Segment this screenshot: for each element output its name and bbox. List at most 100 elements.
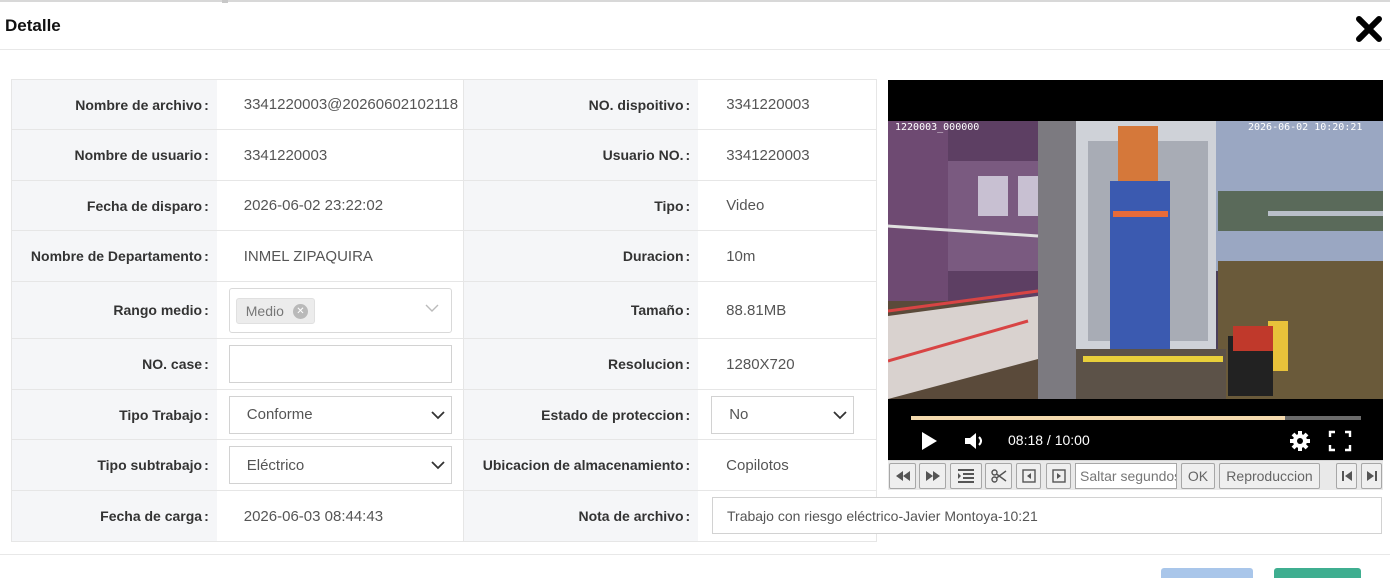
storage-location-value: Copilotos xyxy=(726,456,789,474)
media-range-label: Rango medio: xyxy=(12,282,217,338)
video-time-display: 08:18 / 10:00 xyxy=(1008,432,1090,448)
protection-state-value: No xyxy=(729,406,749,423)
playback-button[interactable]: Reproduccion xyxy=(1219,463,1320,489)
department-value: INMEL ZIPAQUIRA xyxy=(243,247,373,265)
work-subtype-select[interactable]: Eléctrico xyxy=(228,446,452,484)
department-label: Nombre de Departamento: xyxy=(12,231,217,281)
player-toolbar: Saltar segundos OK Reproduccion xyxy=(888,460,1383,490)
play-icon xyxy=(922,432,937,450)
play-button[interactable] xyxy=(920,431,938,456)
device-no-label: NO. dispoitivo: xyxy=(463,80,699,129)
user-name-label: Nombre de usuario: xyxy=(12,130,217,180)
chevron-down-icon xyxy=(431,461,445,470)
dialog-title: Detalle xyxy=(5,16,61,35)
user-no-label: Usuario NO.: xyxy=(463,130,699,180)
playlist-button[interactable] xyxy=(950,463,982,489)
duration-value: 10m xyxy=(726,247,756,265)
tag-remove-icon[interactable]: ✕ xyxy=(292,303,308,319)
file-note-input[interactable]: Trabajo con riesgo eléctrico-Javier Mont… xyxy=(712,497,1382,534)
protection-state-cell: No xyxy=(698,390,876,439)
detail-form: Nombre de archivo: 3341220003@2026060210… xyxy=(11,79,877,542)
file-name-value: 3341220003@20260602102118 xyxy=(243,96,459,113)
form-row: Rango medio: Medio ✕ Tamaño: 88.81MB xyxy=(12,282,876,339)
duration-label: Duracion: xyxy=(463,231,699,281)
work-subtype-value: Eléctrico xyxy=(246,456,305,474)
cut-button[interactable] xyxy=(985,463,1012,489)
volume-button[interactable] xyxy=(964,431,986,456)
next-frame-button[interactable] xyxy=(1046,463,1071,489)
trigger-date-label: Fecha de disparo: xyxy=(12,181,217,230)
seek-seconds-input[interactable]: Saltar segundos xyxy=(1075,463,1177,489)
dialog-header: Detalle xyxy=(0,2,1390,50)
close-icon xyxy=(1356,16,1382,42)
close-button[interactable] xyxy=(1354,14,1384,44)
work-subtype-label: Tipo subtrabajo: xyxy=(12,440,217,490)
video-player[interactable]: 1220003_000000 2026-06-02 10:20:21 08:18… xyxy=(888,80,1383,460)
work-type-label: Tipo Trabajo: xyxy=(12,390,217,439)
fast-forward-icon xyxy=(925,471,940,481)
skip-start-button[interactable] xyxy=(1336,463,1357,489)
form-row: Nombre de archivo: 3341220003@2026060210… xyxy=(12,80,876,130)
chevron-down-icon xyxy=(425,304,439,312)
upload-date-value: 2026-06-03 08:44:43 xyxy=(243,507,384,525)
video-osd-timestamp: 2026-06-02 10:20:21 xyxy=(1248,122,1363,133)
work-type-cell: Conforme xyxy=(217,390,464,439)
device-no-value: 3341220003 xyxy=(726,96,810,113)
form-row: Nombre de Departamento: INMEL ZIPAQUIRA … xyxy=(12,231,876,282)
fast-forward-button[interactable] xyxy=(919,463,946,489)
list-icon xyxy=(958,469,974,483)
file-note-label: Nota de archivo: xyxy=(463,491,699,541)
skip-end-button[interactable] xyxy=(1361,463,1382,489)
media-range-select[interactable]: Medio ✕ xyxy=(228,287,452,333)
chevron-down-icon xyxy=(431,410,445,419)
size-label: Tamaño: xyxy=(463,282,699,338)
confirm-button[interactable] xyxy=(1274,568,1361,578)
case-no-cell xyxy=(217,339,464,389)
media-range-cell: Medio ✕ xyxy=(217,282,464,338)
file-name-label: Nombre de archivo: xyxy=(12,80,217,129)
skip-start-icon xyxy=(1341,471,1352,481)
case-no-label: NO. case: xyxy=(12,339,217,389)
resolution-label: Resolucion: xyxy=(463,339,699,389)
resolution-value: 1280X720 xyxy=(726,355,795,373)
case-no-input[interactable] xyxy=(228,345,452,383)
settings-gear-icon xyxy=(1290,431,1310,451)
trigger-date-value: 2026-06-02 23:22:02 xyxy=(243,197,384,214)
prev-frame-icon xyxy=(1021,469,1036,483)
video-progress-fill xyxy=(911,416,1285,420)
user-no-value: 3341220003 xyxy=(726,146,810,164)
scissors-icon xyxy=(990,469,1006,483)
chevron-down-icon xyxy=(833,410,847,419)
form-row: Tipo subtrabajo: Eléctrico Ubicacion de … xyxy=(12,440,876,491)
form-row: Tipo Trabajo: Conforme Estado de protecc… xyxy=(12,390,876,440)
fullscreen-icon xyxy=(1328,430,1352,452)
fullscreen-button[interactable] xyxy=(1328,430,1352,457)
video-osd-id: 1220003_000000 xyxy=(895,122,980,133)
next-frame-icon xyxy=(1051,469,1066,483)
form-row: Fecha de disparo: 2026-06-02 23:22:02 Ti… xyxy=(12,181,876,231)
rewind-button[interactable] xyxy=(889,463,916,489)
video-frame xyxy=(888,121,1383,399)
work-type-value: Conforme xyxy=(246,406,313,423)
video-progress-bar[interactable] xyxy=(911,416,1361,420)
dialog-footer xyxy=(0,554,1390,578)
type-value: Video xyxy=(726,197,765,214)
size-value: 88.81MB xyxy=(726,301,787,319)
form-row: NO. case: Resolucion: 1280X720 xyxy=(12,339,876,390)
prev-frame-button[interactable] xyxy=(1016,463,1041,489)
protection-state-select[interactable]: No xyxy=(711,395,855,434)
media-range-tag: Medio ✕ xyxy=(235,297,315,324)
storage-location-label: Ubicacion de almacenamiento: xyxy=(463,440,699,490)
work-type-select[interactable]: Conforme xyxy=(228,395,452,434)
upload-date-label: Fecha de carga: xyxy=(12,491,217,541)
work-subtype-cell: Eléctrico xyxy=(217,440,464,490)
skip-end-icon xyxy=(1366,471,1377,481)
user-name-value: 3341220003 xyxy=(243,146,328,164)
cancel-button[interactable] xyxy=(1161,568,1253,578)
seek-ok-button[interactable]: OK xyxy=(1181,463,1215,489)
type-label: Tipo: xyxy=(463,181,699,230)
volume-icon xyxy=(965,433,982,449)
protection-state-label: Estado de proteccion: xyxy=(463,390,699,439)
settings-button[interactable] xyxy=(1289,430,1311,457)
rewind-icon xyxy=(895,471,910,481)
